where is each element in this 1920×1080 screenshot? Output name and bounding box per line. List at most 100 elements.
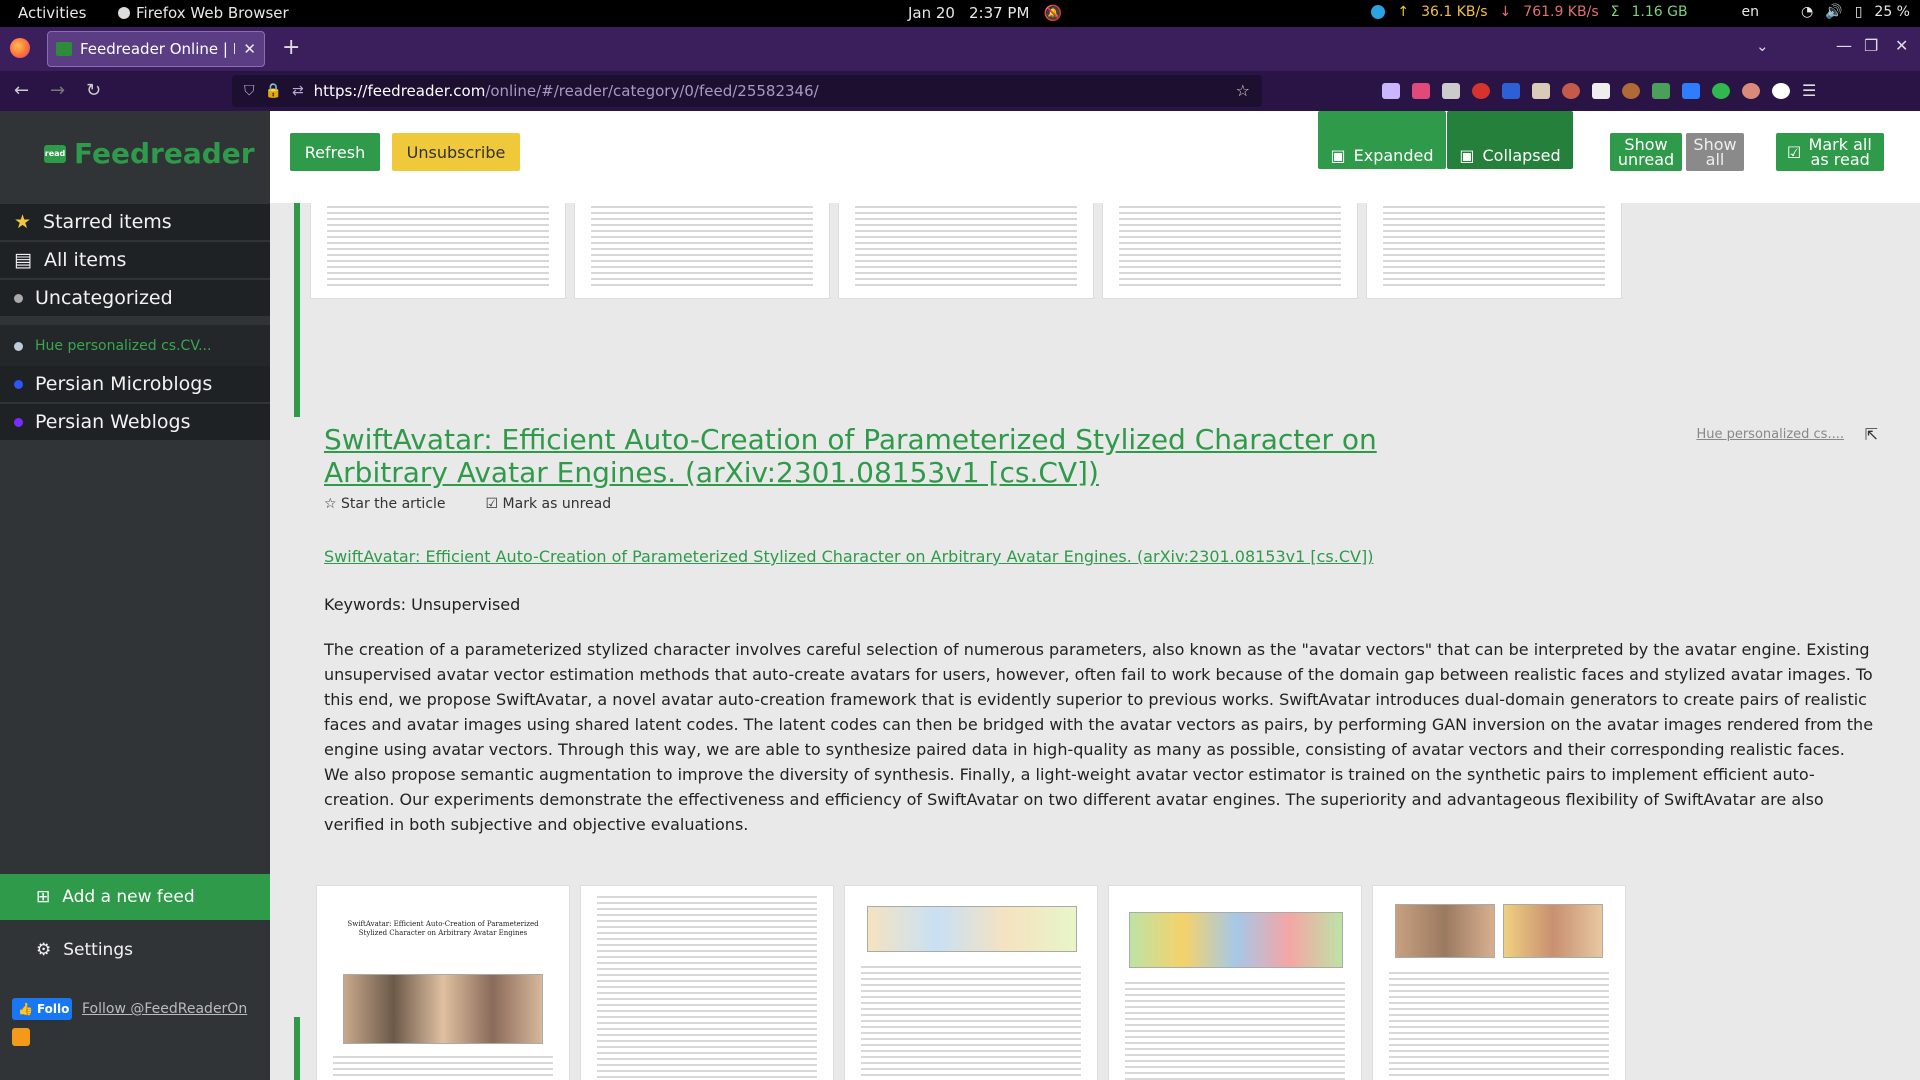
checkbox-icon: ☑ <box>485 496 503 512</box>
app-name: Firefox Web Browser <box>136 4 289 22</box>
article-feed-name[interactable]: Hue personalized cs.... <box>1696 427 1844 442</box>
show-unread-button[interactable]: Show unread <box>1610 133 1682 171</box>
permissions-icon[interactable]: ⇄ <box>292 83 304 99</box>
lock-icon[interactable]: 🔒 <box>265 83 282 99</box>
grammarly-icon[interactable] <box>1712 83 1730 99</box>
extension-icon[interactable] <box>1472 83 1490 99</box>
paper-page-thumbnail[interactable] <box>310 203 566 299</box>
sidebar-item-label: Uncategorized <box>35 287 173 309</box>
paper-page-thumbnail[interactable] <box>1366 203 1622 299</box>
sidebar-item-all[interactable]: ▤ All items <box>0 242 270 278</box>
mark-unread-button[interactable]: ☑ Mark as unread <box>486 496 612 512</box>
paper-page-thumbnail[interactable] <box>844 885 1098 1080</box>
sidebar-item-hue-feed[interactable]: Hue personalized cs.CV... <box>0 325 270 367</box>
app-menu[interactable]: Firefox Web Browser <box>118 4 289 22</box>
feedreader-logo[interactable]: read Feedreader <box>44 137 255 170</box>
expanded-label: Expanded <box>1353 146 1434 165</box>
sidebar-item-starred[interactable]: ★ Starred items <box>0 204 270 240</box>
article-list[interactable]: SwiftAvatar: Efficient Auto-Creation of … <box>294 203 1896 1080</box>
sigma-icon: Σ <box>1610 4 1620 20</box>
article-link[interactable]: SwiftAvatar: Efficient Auto-Creation of … <box>324 547 1373 566</box>
menu-icon[interactable]: ☰ <box>1802 83 1820 99</box>
extension-icon[interactable] <box>1742 83 1760 99</box>
sidebar: read Feedreader ★ Starred items ▤ All it… <box>0 111 270 1080</box>
system-tray[interactable]: ↑ 36.1 KB/s ↓ 761.9 KB/s Σ 1.16 GB en ◔ … <box>1371 4 1910 20</box>
paper-page-thumbnail[interactable]: SwiftAvatar: Efficient Auto-Creation of … <box>316 885 570 1080</box>
forward-icon[interactable]: → <box>50 80 65 101</box>
purple-dot-icon <box>14 417 23 427</box>
mark-all-read-button[interactable]: ☑ Mark all as read <box>1776 133 1884 171</box>
list-icon: ▤ <box>14 249 32 271</box>
pocket-icon[interactable] <box>1412 83 1430 99</box>
url-path: /online/#/reader/category/0/feed/2558234… <box>485 82 819 100</box>
show-all-button[interactable]: Show all <box>1686 133 1744 171</box>
downloads-icon[interactable] <box>1442 83 1460 99</box>
extension-toolbar: ☰ <box>1382 83 1820 99</box>
firefox-logo-icon <box>10 38 30 58</box>
volume-icon: 🔊 <box>1825 4 1843 20</box>
url-bar[interactable]: ⛉ 🔒 ⇄ https://feedreader.com/online/#/re… <box>232 75 1262 107</box>
tab-strip: Feedreader Online | Free ✕ + ⌄ — ❐ ✕ <box>0 27 1920 71</box>
sidebar-item-uncategorized[interactable]: Uncategorized <box>0 280 270 316</box>
shield-icon[interactable]: ⛉ <box>244 83 255 99</box>
ublock-icon[interactable] <box>1502 83 1520 99</box>
unsubscribe-button[interactable]: Unsubscribe <box>392 133 520 171</box>
new-tab-icon[interactable]: + <box>282 35 300 60</box>
star-article-button[interactable]: ☆ Star the article <box>324 496 446 512</box>
paper-page-thumbnail[interactable] <box>1102 203 1358 299</box>
article-keywords: Keywords: Unsupervised <box>324 595 521 614</box>
extension-icon[interactable] <box>1622 83 1640 99</box>
extension-icon[interactable] <box>1382 83 1400 99</box>
paper-page-thumbnail[interactable] <box>838 203 1094 299</box>
wifi-icon: ◔ <box>1801 4 1814 20</box>
minimize-icon[interactable]: — <box>1836 36 1852 55</box>
mail-icon[interactable] <box>1592 83 1610 99</box>
net-down-rate: 761.9 KB/s <box>1523 4 1599 20</box>
main-content: Refresh Unsubscribe ▣ Expanded ▣ Collaps… <box>270 111 1920 1080</box>
extension-icon[interactable] <box>1772 83 1790 99</box>
date-label: Jan 20 <box>908 4 955 22</box>
clock[interactable]: Jan 20 2:37 PM 🔕 <box>908 4 1062 22</box>
collapsed-view-button[interactable]: ▣ Collapsed <box>1447 111 1573 169</box>
extension-icon[interactable] <box>1532 83 1550 99</box>
time-label: 2:37 PM <box>968 4 1030 22</box>
net-up-rate: 36.1 KB/s <box>1421 4 1488 20</box>
chevron-down-icon[interactable]: ⌄ <box>1756 37 1769 55</box>
back-icon[interactable]: ← <box>14 80 29 101</box>
bell-off-icon: 🔕 <box>1043 4 1063 22</box>
extension-icon[interactable] <box>1652 83 1670 99</box>
paper-page-thumbnail[interactable] <box>1372 885 1626 1080</box>
download-arrow-icon: ↓ <box>1499 4 1512 20</box>
bookmark-star-icon[interactable]: ☆ <box>1236 81 1250 100</box>
telegram-icon[interactable] <box>1371 5 1386 19</box>
close-tab-icon[interactable]: ✕ <box>243 40 256 58</box>
browser-tab[interactable]: Feedreader Online | Free ✕ <box>47 31 265 67</box>
extension-icon[interactable] <box>1682 83 1700 99</box>
reload-icon[interactable]: ↻ <box>86 80 101 101</box>
result-avatars-figure <box>1503 904 1603 958</box>
star-outline-icon: ☆ <box>324 496 342 512</box>
rss-icon[interactable] <box>12 1028 30 1046</box>
activities-button[interactable]: Activities <box>18 4 86 22</box>
follow-link[interactable]: Follow @FeedReaderOn <box>82 1001 247 1017</box>
logo-text: Feedreader <box>74 137 255 170</box>
close-window-icon[interactable]: ✕ <box>1895 36 1908 55</box>
add-feed-button[interactable]: ⊞ Add a new feed <box>0 874 270 920</box>
refresh-button[interactable]: Refresh <box>290 133 380 171</box>
expanded-view-button[interactable]: ▣ Expanded <box>1318 111 1446 169</box>
restore-icon[interactable]: ❐ <box>1864 36 1878 55</box>
sidebar-item-persian-weblogs[interactable]: Persian Weblogs <box>0 404 270 440</box>
extension-icon[interactable] <box>1562 83 1580 99</box>
paper-page-thumbnail[interactable] <box>1108 885 1362 1080</box>
lang-indicator[interactable]: en <box>1742 4 1760 20</box>
sidebar-item-persian-microblogs[interactable]: Persian Microblogs <box>0 366 270 402</box>
settings-button[interactable]: ⚙ Settings <box>36 940 133 960</box>
paper-page-thumbnail[interactable] <box>580 885 834 1080</box>
share-icon[interactable]: ⇱ <box>1865 425 1878 444</box>
article-title[interactable]: SwiftAvatar: Efficient Auto-Creation of … <box>324 423 1474 489</box>
mark-all-label: Mark all as read <box>1808 135 1872 169</box>
article-abstract: The creation of a parameterized stylized… <box>324 640 1874 834</box>
gear-icon: ⚙ <box>36 940 52 960</box>
paper-page-thumbnail[interactable] <box>574 203 830 299</box>
facebook-follow-button[interactable]: 👍 Follo <box>12 998 72 1020</box>
